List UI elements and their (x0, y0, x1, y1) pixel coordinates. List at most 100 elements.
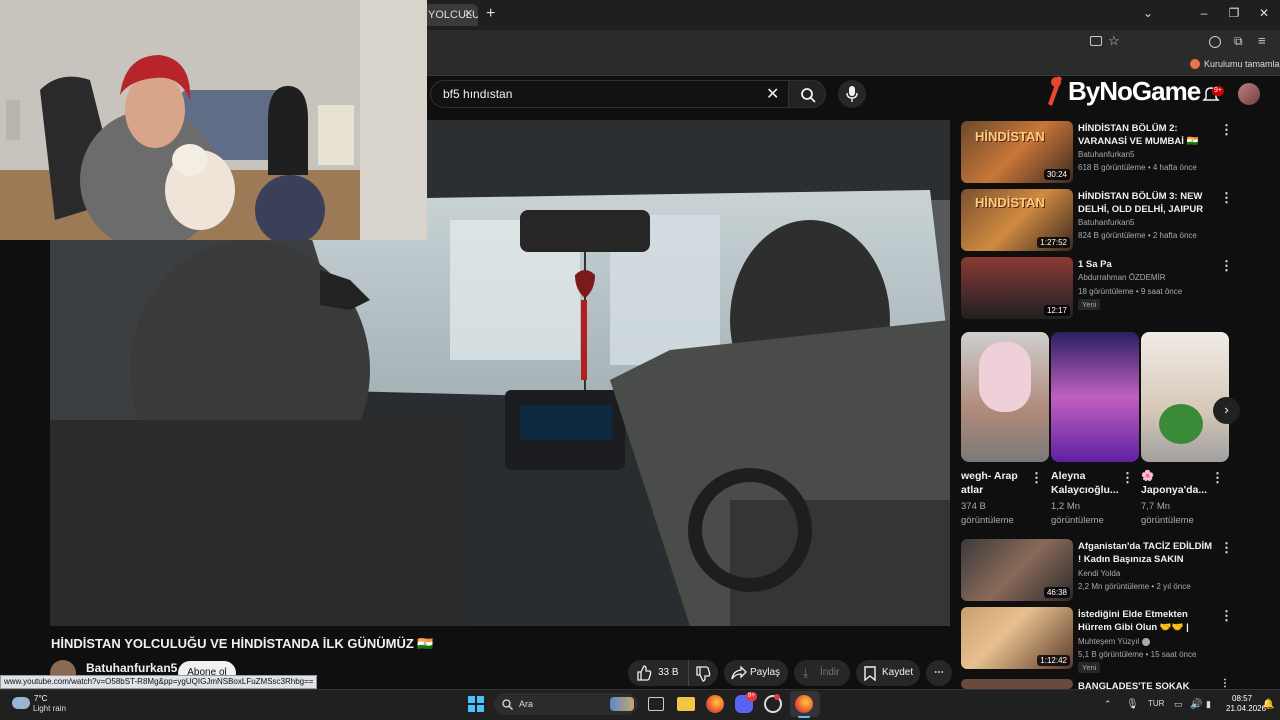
bookmark-setup-link[interactable]: Kurulumu tamamla (1204, 59, 1280, 69)
save-label: Kaydet (882, 667, 914, 678)
discord-badge: 9+ (746, 692, 757, 701)
share-label: Paylaş (750, 667, 781, 678)
video-title: HİNDİSTAN YOLCULUĞU VE HİNDİSTANDA İLK G… (51, 636, 434, 651)
search-icon (801, 88, 816, 103)
channel-name[interactable]: Batuhanfurkan5 (86, 661, 177, 675)
video-duration: 1:12:42 (1037, 655, 1070, 666)
dislike-button[interactable] (688, 660, 718, 686)
video-duration: 30:24 (1043, 169, 1070, 180)
tab-search-chevron-icon[interactable]: ⌄ (1138, 6, 1158, 20)
mic-icon (846, 86, 858, 102)
weather-temp[interactable]: 7°C (34, 694, 47, 703)
task-view-icon[interactable] (648, 697, 664, 711)
video-thumbnail[interactable]: 46:38 (961, 539, 1073, 601)
firefox-app-icon[interactable] (706, 695, 724, 713)
clock-time[interactable]: 08:57 (1232, 694, 1252, 703)
more-options-icon[interactable]: ⋮ (1220, 122, 1233, 138)
search-button[interactable] (788, 80, 826, 108)
short-thumbnail[interactable] (1141, 332, 1229, 462)
account-avatar[interactable] (1238, 83, 1260, 105)
more-options-icon[interactable]: ⋮ (1220, 190, 1233, 206)
video-title[interactable]: HİNDİSTAN BÖLÜM 3: NEW DELHİ, OLD DELHİ,… (1078, 190, 1216, 216)
share-button[interactable]: Paylaş (724, 660, 788, 686)
download-button[interactable]: ⤓ İndir (794, 660, 850, 686)
volume-icon[interactable]: 🔊 (1190, 699, 1202, 710)
video-meta: 18 görüntüleme • 9 saat önce (1078, 287, 1183, 296)
video-channel[interactable]: Batuhanfurkan5 (1078, 218, 1135, 227)
save-button[interactable]: Kaydet (856, 660, 920, 686)
short-thumbnail[interactable] (961, 332, 1049, 462)
taskbar-search-placeholder: Ara (519, 699, 534, 709)
video-thumbnail[interactable]: HİNDİSTAN 1:27:52 (961, 189, 1073, 251)
thumbs-down-icon (696, 666, 711, 682)
network-icon[interactable]: ▭ (1174, 699, 1183, 710)
short-views: 1,2 Mn görüntüleme (1051, 501, 1104, 526)
tray-overflow-icon[interactable]: ⌃ (1104, 699, 1112, 710)
download-label: İndir (820, 667, 840, 678)
video-channel[interactable]: Batuhanfurkan5 (1078, 150, 1135, 159)
more-options-icon[interactable]: ⋮ (1220, 540, 1233, 556)
new-tab-icon[interactable]: + (486, 5, 495, 23)
more-options-icon[interactable]: ⋮ (1220, 608, 1233, 624)
more-actions-icon[interactable]: ⋯ (926, 660, 952, 686)
like-button[interactable]: 33 B (628, 660, 688, 686)
firefox-icon (1190, 59, 1200, 69)
video-duration: 1:27:52 (1037, 237, 1070, 248)
video-meta: 5,1 B görüntüleme • 15 saat önce (1078, 650, 1197, 659)
more-options-icon[interactable]: ⋮ (1220, 258, 1233, 274)
minimize-icon[interactable]: – (1194, 6, 1214, 20)
short-title[interactable]: wegh- Arap atlar (961, 469, 1033, 497)
more-options-icon[interactable]: ⋮ (1121, 470, 1134, 486)
tab-close-icon[interactable]: ✕ (464, 7, 473, 20)
windows-taskbar (0, 689, 1280, 720)
video-channel[interactable]: Abdurrahman ÖZDEMİR (1078, 273, 1166, 282)
taskbar-search-icon (502, 699, 513, 710)
bookmark-star-icon[interactable]: ☆ (1108, 33, 1120, 49)
webcam-overlay (0, 0, 427, 240)
video-title[interactable]: 1 Sa Pa (1078, 258, 1216, 271)
language-indicator[interactable]: TUR (1148, 699, 1164, 708)
short-views: 374 B görüntüleme (961, 501, 1014, 526)
video-title[interactable]: İstediğini Elde Etmekten Hürrem Gibi Olu… (1078, 608, 1216, 634)
voice-search-button[interactable] (838, 80, 866, 108)
video-thumbnail[interactable] (961, 679, 1073, 689)
restore-icon[interactable]: ❐ (1224, 6, 1244, 20)
weather-desc[interactable]: Light rain (33, 704, 66, 713)
clock-date[interactable]: 21.04.2026 (1226, 704, 1266, 713)
video-meta: 2,2 Mn görüntüleme • 2 yıl önce (1078, 582, 1191, 591)
verified-icon (1142, 638, 1150, 646)
weather-icon[interactable] (12, 697, 30, 709)
more-options-icon[interactable]: ⋮ (1211, 470, 1224, 486)
short-title[interactable]: 🌸 Japonya'da... (1141, 469, 1213, 497)
more-options-icon[interactable]: ⋮ (1030, 470, 1043, 486)
install-app-icon[interactable] (1090, 36, 1102, 46)
extensions-icon[interactable]: ⧉ (1234, 34, 1243, 49)
profile-icon[interactable] (1209, 36, 1221, 48)
file-explorer-icon[interactable] (677, 697, 695, 711)
battery-icon[interactable]: ▮ (1206, 699, 1211, 710)
video-thumbnail[interactable]: 1:12:42 (961, 607, 1073, 669)
search-input[interactable]: bf5 hındıstan (430, 80, 790, 108)
short-thumbnail[interactable] (1051, 332, 1139, 462)
new-badge: Yeni (1078, 299, 1101, 310)
menu-icon[interactable]: ≡ (1258, 33, 1266, 48)
bynogame-logo-icon (1048, 76, 1062, 106)
video-thumbnail[interactable]: HİNDİSTAN 30:24 (961, 121, 1073, 183)
more-options-icon[interactable]: ⋮ (1220, 678, 1230, 689)
video-thumbnail[interactable]: 12:17 (961, 257, 1073, 319)
video-channel[interactable]: Kendi Yolda (1078, 569, 1120, 578)
shorts-next-icon[interactable]: › (1213, 397, 1240, 424)
firefox-active-icon[interactable] (795, 695, 813, 713)
thumbnail-art: HİNDİSTAN (975, 129, 1045, 144)
video-duration: 46:38 (1043, 587, 1070, 598)
short-title[interactable]: Aleyna Kalaycıoğlu... (1051, 469, 1123, 497)
windows-start-icon[interactable] (468, 696, 484, 712)
video-title[interactable]: Afganistan'da TACİZ EDİLDİM ! Kadın Başı… (1078, 540, 1216, 566)
search-highlight-icon (610, 697, 634, 711)
microphone-tray-icon[interactable]: 🎙 (1126, 699, 1139, 710)
clear-search-icon[interactable]: ✕ (766, 84, 779, 104)
notification-center-icon[interactable]: 🔔 (1262, 699, 1274, 710)
video-title[interactable]: HİNDİSTAN BÖLÜM 2: VARANASİ VE MUMBAİ 🇮🇳 (1078, 122, 1216, 148)
close-window-icon[interactable]: ✕ (1254, 6, 1274, 20)
video-channel[interactable]: Muhteşem Yüzyıl (1078, 637, 1139, 646)
